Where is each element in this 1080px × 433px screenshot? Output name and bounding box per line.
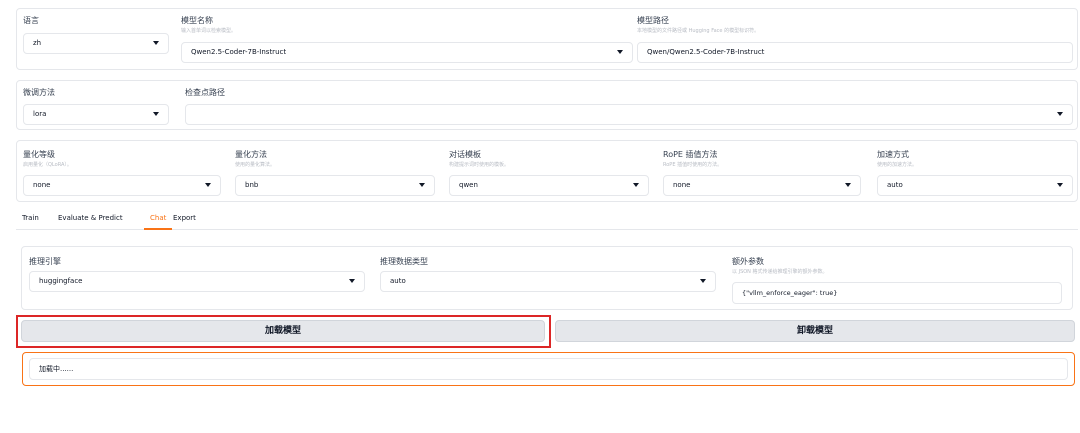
model-name-select[interactable]: Qwen2.5-Coder-7B-Instruct <box>181 42 633 63</box>
model-name-hint: 输入首单词以检索模型。 <box>181 28 237 34</box>
infer-backend-label: 推理引擎 <box>29 257 61 266</box>
booster-select[interactable]: auto <box>877 175 1073 196</box>
chevron-down-icon <box>1057 112 1063 116</box>
chevron-down-icon <box>633 183 639 187</box>
model-name-value: Qwen2.5-Coder-7B-Instruct <box>191 48 287 56</box>
model-name-label: 模型名称 <box>181 16 213 25</box>
chevron-down-icon <box>205 183 211 187</box>
quant-bit-label: 量化等级 <box>23 150 55 159</box>
chevron-down-icon <box>1057 183 1063 187</box>
model-path-input[interactable]: Qwen/Qwen2.5-Coder-7B-Instruct <box>637 42 1073 63</box>
infer-backend-select[interactable]: huggingface <box>29 271 365 292</box>
model-settings-panel: 语言 zh 模型名称 输入首单词以检索模型。 Qwen2.5-Coder-7B-… <box>16 8 1078 70</box>
info-text: 加载中...... <box>39 365 74 373</box>
template-value: qwen <box>459 181 478 189</box>
rope-select[interactable]: none <box>663 175 861 196</box>
template-hint: 构建提示词时使用的模板。 <box>449 162 510 168</box>
rope-hint: RoPE 插值时使用的方法。 <box>663 162 723 168</box>
infer-dtype-select[interactable]: auto <box>380 271 716 292</box>
language-label: 语言 <box>23 16 39 25</box>
unload-model-button[interactable]: 卸载模型 <box>555 320 1075 342</box>
extra-args-value: {"vllm_enforce_eager": true} <box>742 289 838 297</box>
chevron-down-icon <box>419 183 425 187</box>
active-tab-indicator <box>144 228 172 230</box>
tab-export[interactable]: Export <box>173 208 196 229</box>
infer-dtype-label: 推理数据类型 <box>380 257 428 266</box>
quant-bit-value: none <box>33 181 51 189</box>
load-model-button[interactable]: 加载模型 <box>21 320 545 342</box>
quant-method-select[interactable]: bnb <box>235 175 435 196</box>
info-panel: 加载中...... <box>22 352 1075 386</box>
rope-value: none <box>673 181 691 189</box>
language-value: zh <box>33 39 42 47</box>
chevron-down-icon <box>153 112 159 116</box>
finetune-panel: 微调方法 lora 检查点路径 <box>16 80 1078 130</box>
model-path-value: Qwen/Qwen2.5-Coder-7B-Instruct <box>647 48 765 56</box>
chevron-down-icon <box>845 183 851 187</box>
model-path-label: 模型路径 <box>637 16 669 25</box>
quant-bit-select[interactable]: none <box>23 175 221 196</box>
checkpoint-path-label: 检查点路径 <box>185 88 225 97</box>
extra-args-hint: 以 JSON 格式传递给推理引擎的额外参数。 <box>732 269 828 275</box>
template-select[interactable]: qwen <box>449 175 649 196</box>
finetune-method-value: lora <box>33 110 47 118</box>
tab-chat[interactable]: Chat <box>150 208 166 229</box>
language-select[interactable]: zh <box>23 33 169 54</box>
chevron-down-icon <box>349 279 355 283</box>
booster-hint: 使用的加速方法。 <box>877 162 918 168</box>
chevron-down-icon <box>700 279 706 283</box>
booster-value: auto <box>887 181 903 189</box>
finetune-method-select[interactable]: lora <box>23 104 169 125</box>
quant-method-hint: 使用的量化算法。 <box>235 162 276 168</box>
checkpoint-path-select[interactable] <box>185 104 1073 125</box>
extra-args-label: 额外参数 <box>732 257 764 266</box>
model-path-hint: 本地模型的文件路径或 Hugging Face 的模型标识符。 <box>637 28 760 34</box>
quant-method-label: 量化方法 <box>235 150 267 159</box>
quant-method-value: bnb <box>245 181 259 189</box>
infer-backend-value: huggingface <box>39 277 83 285</box>
finetune-method-label: 微调方法 <box>23 88 55 97</box>
chevron-down-icon <box>153 41 159 45</box>
extra-args-input[interactable]: {"vllm_enforce_eager": true} <box>732 282 1062 304</box>
rope-label: RoPE 插值方法 <box>663 150 718 159</box>
tab-train[interactable]: Train <box>22 208 39 229</box>
chat-infer-panel: 推理引擎 huggingface 推理数据类型 auto 额外参数 以 JSON… <box>21 246 1073 310</box>
tab-evaluate-predict[interactable]: Evaluate & Predict <box>58 208 123 229</box>
booster-label: 加速方式 <box>877 150 909 159</box>
info-textbox[interactable]: 加载中...... <box>29 358 1068 380</box>
quant-bit-hint: 启用量化（QLoRA）。 <box>23 162 72 168</box>
infer-dtype-value: auto <box>390 277 406 285</box>
chevron-down-icon <box>617 50 623 54</box>
template-label: 对话模板 <box>449 150 481 159</box>
main-tabs: Train Evaluate & Predict Chat Export <box>16 208 1078 230</box>
advanced-panel: 量化等级 启用量化（QLoRA）。 none 量化方法 使用的量化算法。 bnb… <box>16 140 1078 202</box>
